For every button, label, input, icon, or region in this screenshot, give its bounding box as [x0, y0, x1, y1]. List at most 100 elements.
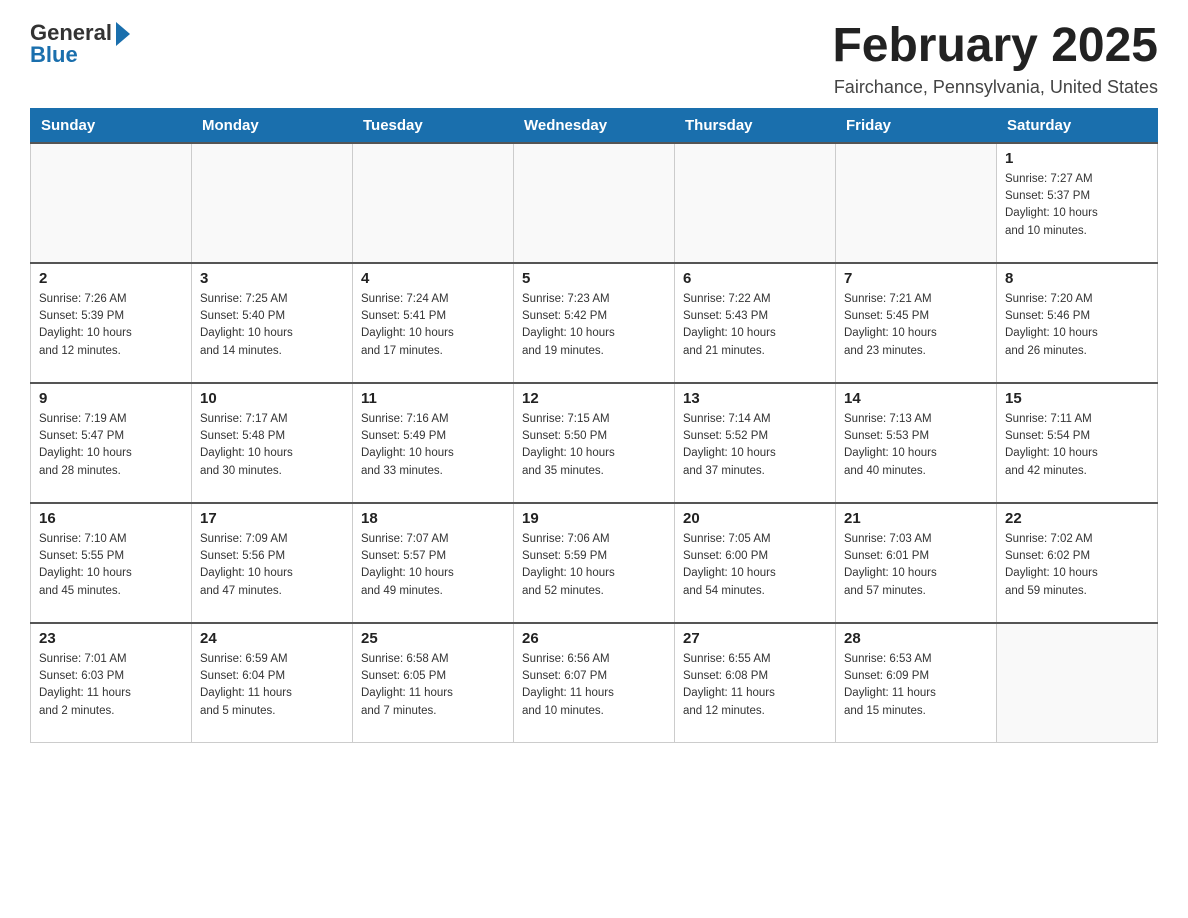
day-number: 7 — [844, 270, 988, 287]
day-info: Sunrise: 7:21 AMSunset: 5:45 PMDaylight:… — [844, 291, 988, 360]
day-number: 20 — [683, 510, 827, 527]
day-number: 24 — [200, 630, 344, 647]
table-row: 26Sunrise: 6:56 AMSunset: 6:07 PMDayligh… — [514, 623, 675, 743]
day-info: Sunrise: 7:03 AMSunset: 6:01 PMDaylight:… — [844, 531, 988, 600]
day-info: Sunrise: 7:10 AMSunset: 5:55 PMDaylight:… — [39, 531, 183, 600]
day-number: 18 — [361, 510, 505, 527]
day-info: Sunrise: 7:17 AMSunset: 5:48 PMDaylight:… — [200, 411, 344, 480]
col-thursday: Thursday — [675, 108, 836, 143]
day-info: Sunrise: 7:01 AMSunset: 6:03 PMDaylight:… — [39, 651, 183, 720]
day-number: 10 — [200, 390, 344, 407]
day-number: 14 — [844, 390, 988, 407]
day-number: 3 — [200, 270, 344, 287]
day-number: 17 — [200, 510, 344, 527]
day-number: 19 — [522, 510, 666, 527]
table-row: 27 Sunrise: 6:55 AMSunset: 6:08 PMDayligh… — [675, 623, 836, 743]
calendar-table: Sunday Monday Tuesday Wednesday Thursday… — [30, 108, 1158, 744]
table-row: 21 Sunrise: 7:03 AMSunset: 6:01 PMDayligh… — [836, 503, 997, 623]
table-row — [997, 623, 1158, 743]
table-row: 13 Sunrise: 7:14 AMSunset: 5:52 PMDayligh… — [675, 383, 836, 503]
table-row: 20 Sunrise: 7:05 AMSunset: 6:00 PMDayligh… — [675, 503, 836, 623]
col-wednesday: Wednesday — [514, 108, 675, 143]
table-row: 6 Sunrise: 7:22 AMSunset: 5:43 PMDaylight… — [675, 263, 836, 383]
table-row: 3Sunrise: 7:25 AMSunset: 5:40 PMDaylight… — [192, 263, 353, 383]
day-number: 27 — [683, 630, 827, 647]
table-row — [353, 143, 514, 263]
day-info: Sunrise: 7:05 AMSunset: 6:00 PMDaylight:… — [683, 531, 827, 600]
table-row: 8 Sunrise: 7:20 AMSunset: 5:46 PMDaylight… — [997, 263, 1158, 383]
day-info: Sunrise: 7:16 AMSunset: 5:49 PMDaylight:… — [361, 411, 505, 480]
day-info: Sunrise: 7:26 AMSunset: 5:39 PMDaylight:… — [39, 291, 183, 360]
day-info: Sunrise: 7:24 AMSunset: 5:41 PMDaylight:… — [361, 291, 505, 360]
day-info: Sunrise: 7:15 AMSunset: 5:50 PMDaylight:… — [522, 411, 666, 480]
table-row: 25 Sunrise: 6:58 AMSunset: 6:05 PMDayligh… — [353, 623, 514, 743]
table-row: 5Sunrise: 7:23 AMSunset: 5:42 PMDaylight… — [514, 263, 675, 383]
table-row: 17 Sunrise: 7:09 AMSunset: 5:56 PMDayligh… — [192, 503, 353, 623]
day-number: 21 — [844, 510, 988, 527]
day-number: 8 — [1005, 270, 1149, 287]
day-info: Sunrise: 6:59 AMSunset: 6:04 PMDaylight:… — [200, 651, 344, 720]
table-row: 18 Sunrise: 7:07 AMSunset: 5:57 PMDayligh… — [353, 503, 514, 623]
day-info: Sunrise: 7:09 AMSunset: 5:56 PMDaylight:… — [200, 531, 344, 600]
day-info: Sunrise: 7:22 AMSunset: 5:43 PMDaylight:… — [683, 291, 827, 360]
day-number: 4 — [361, 270, 505, 287]
table-row: 12 Sunrise: 7:15 AMSunset: 5:50 PMDayligh… — [514, 383, 675, 503]
table-row: 4 Sunrise: 7:24 AMSunset: 5:41 PMDaylight… — [353, 263, 514, 383]
table-row: 28 Sunrise: 6:53 AMSunset: 6:09 PMDayligh… — [836, 623, 997, 743]
day-number: 16 — [39, 510, 183, 527]
day-info: Sunrise: 7:14 AMSunset: 5:52 PMDaylight:… — [683, 411, 827, 480]
col-saturday: Saturday — [997, 108, 1158, 143]
logo: General Blue — [30, 20, 130, 68]
day-info: Sunrise: 7:06 AMSunset: 5:59 PMDaylight:… — [522, 531, 666, 600]
logo-blue-text: Blue — [30, 42, 78, 68]
table-row: 22Sunrise: 7:02 AMSunset: 6:02 PMDayligh… — [997, 503, 1158, 623]
day-info: Sunrise: 6:58 AMSunset: 6:05 PMDaylight:… — [361, 651, 505, 720]
month-title: February 2025 — [832, 20, 1158, 73]
col-monday: Monday — [192, 108, 353, 143]
table-row — [514, 143, 675, 263]
table-row: 11 Sunrise: 7:16 AMSunset: 5:49 PMDayligh… — [353, 383, 514, 503]
table-row — [192, 143, 353, 263]
calendar-week-row: 9 Sunrise: 7:19 AMSunset: 5:47 PMDaylight… — [31, 383, 1158, 503]
table-row: 23 Sunrise: 7:01 AMSunset: 6:03 PMDayligh… — [31, 623, 192, 743]
day-info: Sunrise: 7:13 AMSunset: 5:53 PMDaylight:… — [844, 411, 988, 480]
location: Fairchance, Pennsylvania, United States — [832, 77, 1158, 98]
table-row: 1 Sunrise: 7:27 AMSunset: 5:37 PMDaylight… — [997, 143, 1158, 263]
day-info: Sunrise: 6:55 AMSunset: 6:08 PMDaylight:… — [683, 651, 827, 720]
day-number: 28 — [844, 630, 988, 647]
day-number: 12 — [522, 390, 666, 407]
table-row: 2 Sunrise: 7:26 AMSunset: 5:39 PMDaylight… — [31, 263, 192, 383]
logo-arrow-icon — [116, 22, 130, 46]
table-row: 24 Sunrise: 6:59 AMSunset: 6:04 PMDayligh… — [192, 623, 353, 743]
day-number: 23 — [39, 630, 183, 647]
day-info: Sunrise: 7:20 AMSunset: 5:46 PMDaylight:… — [1005, 291, 1149, 360]
day-number: 11 — [361, 390, 505, 407]
title-section: February 2025 Fairchance, Pennsylvania, … — [832, 20, 1158, 98]
day-number: 2 — [39, 270, 183, 287]
day-info: Sunrise: 7:11 AMSunset: 5:54 PMDaylight:… — [1005, 411, 1149, 480]
day-number: 13 — [683, 390, 827, 407]
day-number: 25 — [361, 630, 505, 647]
calendar-header-row: Sunday Monday Tuesday Wednesday Thursday… — [31, 108, 1158, 143]
table-row — [675, 143, 836, 263]
day-info: Sunrise: 6:56 AMSunset: 6:07 PMDaylight:… — [522, 651, 666, 720]
table-row: 10 Sunrise: 7:17 AMSunset: 5:48 PMDayligh… — [192, 383, 353, 503]
page-header: General Blue February 2025 Fairchance, P… — [30, 20, 1158, 98]
calendar-week-row: 16 Sunrise: 7:10 AMSunset: 5:55 PMDayligh… — [31, 503, 1158, 623]
col-friday: Friday — [836, 108, 997, 143]
col-sunday: Sunday — [31, 108, 192, 143]
day-info: Sunrise: 7:02 AMSunset: 6:02 PMDaylight:… — [1005, 531, 1149, 600]
day-info: Sunrise: 7:19 AMSunset: 5:47 PMDaylight:… — [39, 411, 183, 480]
day-info: Sunrise: 6:53 AMSunset: 6:09 PMDaylight:… — [844, 651, 988, 720]
table-row: 14 Sunrise: 7:13 AMSunset: 5:53 PMDayligh… — [836, 383, 997, 503]
col-tuesday: Tuesday — [353, 108, 514, 143]
day-number: 6 — [683, 270, 827, 287]
day-number: 9 — [39, 390, 183, 407]
day-number: 1 — [1005, 150, 1149, 167]
day-info: Sunrise: 7:27 AMSunset: 5:37 PMDaylight:… — [1005, 171, 1149, 240]
calendar-week-row: 1 Sunrise: 7:27 AMSunset: 5:37 PMDaylight… — [31, 143, 1158, 263]
table-row: 7 Sunrise: 7:21 AMSunset: 5:45 PMDaylight… — [836, 263, 997, 383]
calendar-week-row: 2 Sunrise: 7:26 AMSunset: 5:39 PMDaylight… — [31, 263, 1158, 383]
day-number: 15 — [1005, 390, 1149, 407]
day-info: Sunrise: 7:07 AMSunset: 5:57 PMDaylight:… — [361, 531, 505, 600]
